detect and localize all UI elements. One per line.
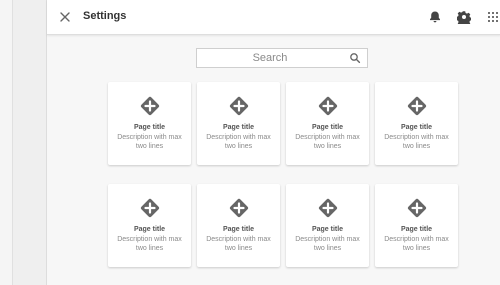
- add-diamond-icon: [405, 94, 429, 118]
- add-diamond-icon: [316, 196, 340, 220]
- settings-panel: Settings Search Page title Description w…: [46, 0, 500, 285]
- search-icon[interactable]: [348, 51, 362, 65]
- card-title: Page title: [133, 124, 166, 131]
- card-title: Page title: [311, 124, 344, 131]
- left-strip: [0, 0, 13, 285]
- card-description: Description with max two lines: [384, 134, 449, 150]
- bell-icon: [428, 10, 442, 24]
- search-input[interactable]: [197, 49, 343, 67]
- card-description: Description with max two lines: [295, 134, 360, 150]
- top-bar: Settings: [47, 0, 500, 35]
- card-title: Page title: [311, 226, 344, 233]
- settings-card[interactable]: Page title Description with max two line…: [197, 184, 280, 267]
- settings-icon: [457, 10, 471, 24]
- settings-button[interactable]: [455, 8, 473, 26]
- add-diamond-icon: [138, 196, 162, 220]
- settings-card[interactable]: Page title Description with max two line…: [286, 184, 369, 267]
- settings-card[interactable]: Page title Description with max two line…: [108, 82, 191, 165]
- settings-grid: Page title Description with max two line…: [108, 82, 460, 267]
- add-diamond-icon: [227, 94, 251, 118]
- card-description: Description with max two lines: [117, 236, 182, 252]
- settings-card[interactable]: Page title Description with max two line…: [108, 184, 191, 267]
- close-button[interactable]: [55, 7, 75, 27]
- close-icon: [59, 11, 71, 23]
- page-title: Settings: [83, 10, 127, 22]
- apps-grid-icon: [486, 10, 500, 24]
- settings-card[interactable]: Page title Description with max two line…: [375, 184, 458, 267]
- add-diamond-icon: [405, 196, 429, 220]
- card-description: Description with max two lines: [206, 236, 271, 252]
- settings-window: Settings Search Page title Description w…: [0, 0, 500, 285]
- settings-card[interactable]: Page title Description with max two line…: [375, 82, 458, 165]
- add-diamond-icon: [138, 94, 162, 118]
- card-title: Page title: [400, 226, 433, 233]
- add-diamond-icon: [227, 196, 251, 220]
- card-description: Description with max two lines: [117, 134, 182, 150]
- search-box[interactable]: [196, 48, 368, 68]
- card-description: Description with max two lines: [295, 236, 360, 252]
- apps-button[interactable]: [484, 8, 500, 26]
- settings-card[interactable]: Page title Description with max two line…: [286, 82, 369, 165]
- card-title: Page title: [133, 226, 166, 233]
- card-description: Description with max two lines: [206, 134, 271, 150]
- card-title: Page title: [222, 124, 255, 131]
- settings-card[interactable]: Page title Description with max two line…: [197, 82, 280, 165]
- card-title: Page title: [400, 124, 433, 131]
- card-description: Description with max two lines: [384, 236, 449, 252]
- card-title: Page title: [222, 226, 255, 233]
- add-diamond-icon: [316, 94, 340, 118]
- notifications-button[interactable]: [426, 8, 444, 26]
